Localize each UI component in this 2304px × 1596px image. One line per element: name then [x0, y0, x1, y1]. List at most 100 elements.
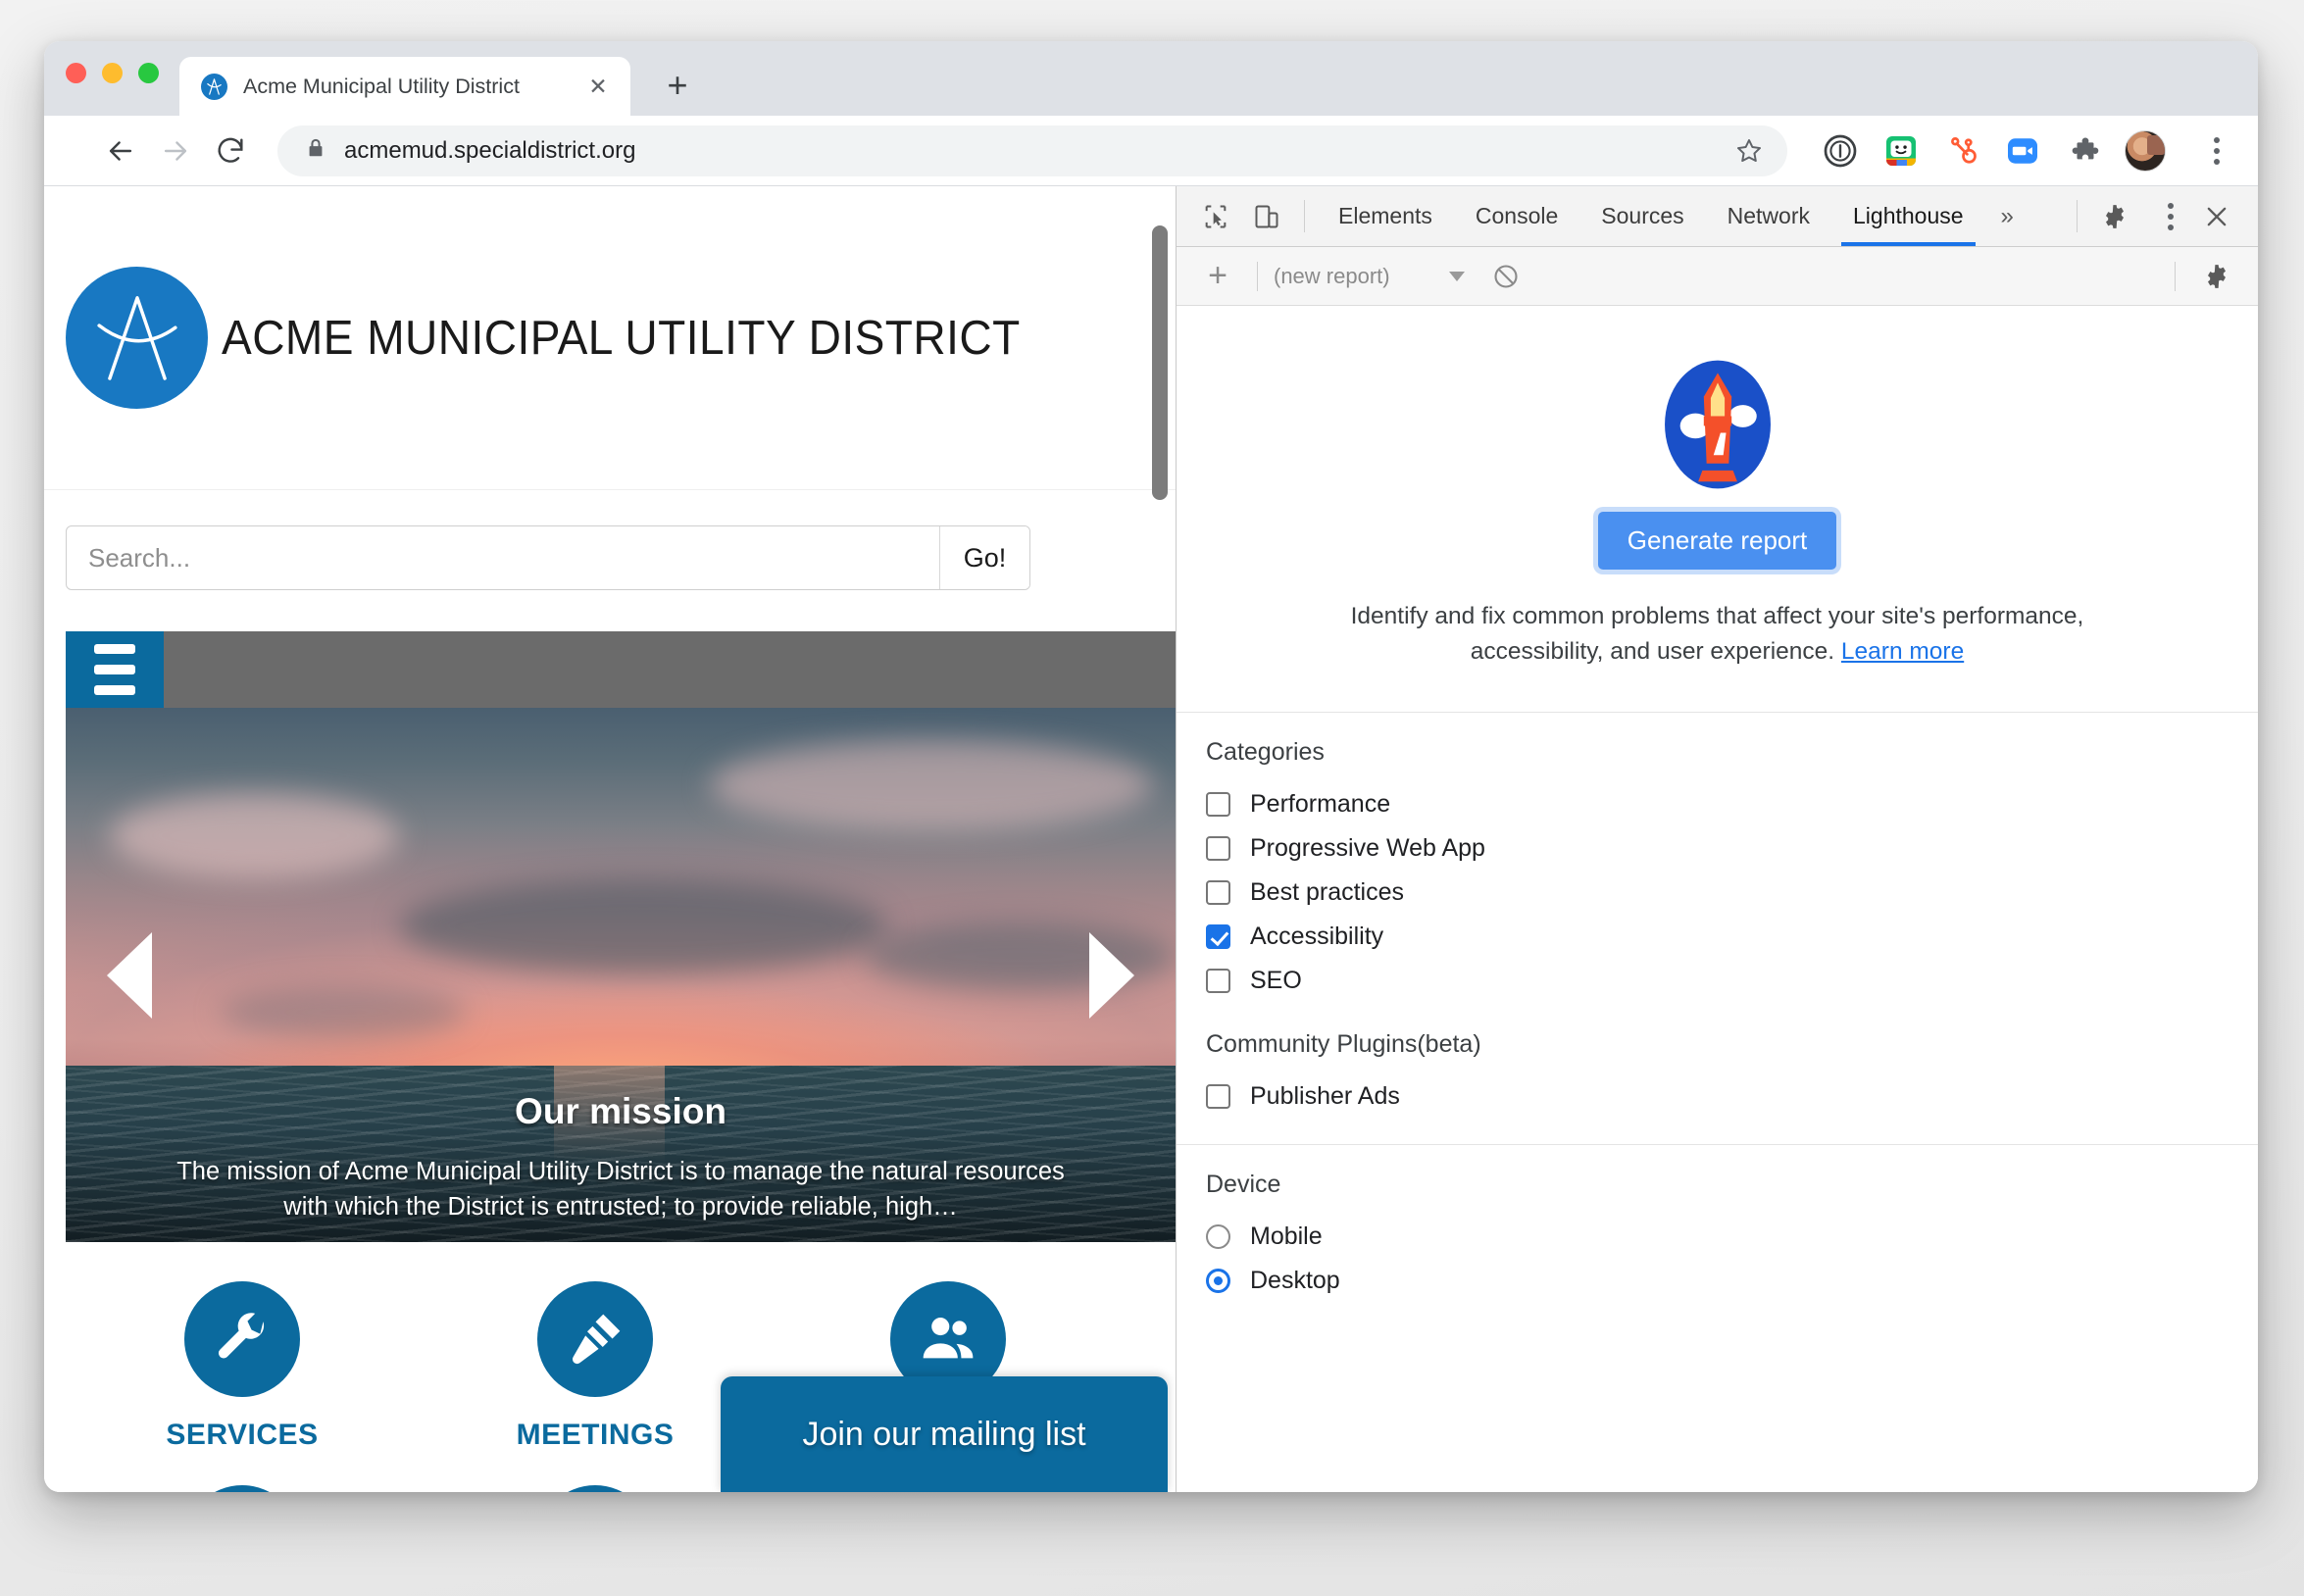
inspect-element-icon[interactable]	[1190, 186, 1241, 246]
hubspot-extension-icon[interactable]	[1942, 131, 1981, 171]
search-go-button[interactable]: Go!	[939, 526, 1029, 589]
devtools-tabbar-actions	[2065, 186, 2258, 246]
browser-tab[interactable]: Acme Municipal Utility District ✕	[179, 57, 630, 116]
minimize-window-button[interactable]	[102, 63, 123, 83]
report-select[interactable]: (new report)	[1274, 264, 1465, 289]
cloud-decor	[710, 740, 1154, 831]
report-select-value: (new report)	[1274, 264, 1390, 289]
address-bar[interactable]: acmemud.specialdistrict.org	[277, 125, 1787, 176]
device-toolbar-icon[interactable]	[1241, 186, 1292, 246]
checkbox-publisher-ads[interactable]	[1206, 1084, 1230, 1109]
tab-elements[interactable]: Elements	[1317, 186, 1454, 246]
site-search-area: Go!	[44, 490, 1176, 631]
category-label[interactable]: Best practices	[1250, 878, 1404, 907]
device-section: Device Mobile Desktop	[1177, 1145, 2258, 1328]
profile-avatar[interactable]	[2125, 130, 2166, 172]
lighthouse-description: Identify and fix common problems that af…	[1286, 599, 2149, 669]
new-tab-button[interactable]: +	[652, 60, 703, 111]
mailing-list-tab[interactable]: Join our mailing list	[721, 1376, 1168, 1492]
checkbox-progressive-web-app[interactable]	[1206, 836, 1230, 861]
hamburger-menu-icon[interactable]	[66, 631, 164, 708]
browser-menu-kebab-icon[interactable]	[2197, 131, 2236, 171]
new-report-button[interactable]: +	[1194, 257, 1241, 295]
divider	[1304, 200, 1305, 232]
divider	[1257, 262, 1258, 291]
radio-mobile[interactable]	[1206, 1224, 1230, 1249]
grammarly-extension-icon[interactable]	[1881, 131, 1921, 171]
categories-section: Categories Performance Progressive Web A…	[1177, 713, 2258, 1145]
clear-report-icon[interactable]	[1492, 263, 1520, 290]
tab-title: Acme Municipal Utility District	[243, 75, 520, 99]
device-desktop[interactable]: Desktop	[1206, 1259, 2229, 1303]
checkbox-seo[interactable]	[1206, 969, 1230, 993]
carousel-prev-arrow[interactable]	[107, 932, 152, 1019]
divider	[2175, 262, 2176, 291]
carousel-next-arrow[interactable]	[1089, 932, 1134, 1019]
device-label[interactable]: Mobile	[1250, 1222, 1323, 1251]
devtools-kebab-icon[interactable]	[2140, 186, 2191, 246]
quicklink-label: SERVICES	[66, 1419, 419, 1452]
category-best-practices[interactable]: Best practices	[1206, 871, 2229, 915]
learn-more-link[interactable]: Learn more	[1841, 638, 1964, 665]
zoom-extension-icon[interactable]	[2003, 131, 2042, 171]
reload-button[interactable]	[203, 124, 258, 178]
device-label[interactable]: Desktop	[1250, 1267, 1340, 1295]
devtools-settings-gear-icon[interactable]	[2089, 186, 2140, 246]
plugin-publisher-ads[interactable]: Publisher Ads	[1206, 1074, 2229, 1119]
category-label[interactable]: Accessibility	[1250, 923, 1383, 951]
quicklink-extra-1[interactable]	[66, 1485, 419, 1492]
hero-title: Our mission	[154, 1091, 1087, 1132]
tab-sources[interactable]: Sources	[1579, 186, 1705, 246]
devtools-close-icon[interactable]	[2191, 186, 2242, 246]
site-title: ACME MUNICIPAL UTILITY DISTRICT	[222, 311, 1021, 366]
circle-icon	[537, 1485, 653, 1492]
lighthouse-logo	[1648, 355, 1787, 494]
close-window-button[interactable]	[66, 63, 86, 83]
bookmark-star-icon[interactable]	[1728, 130, 1770, 172]
checkbox-accessibility[interactable]	[1206, 924, 1230, 949]
lighthouse-settings-gear-icon[interactable]	[2191, 263, 2242, 290]
more-tabs-icon[interactable]: »	[1985, 186, 2029, 246]
acme-favicon	[201, 74, 227, 100]
category-label[interactable]: Progressive Web App	[1250, 834, 1485, 863]
quicklink-meetings[interactable]: MEETINGS	[419, 1281, 772, 1452]
lighthouse-start-view: Generate report Identify and fix common …	[1177, 306, 2258, 713]
quicklink-services[interactable]: SERVICES	[66, 1281, 419, 1452]
category-label[interactable]: SEO	[1250, 967, 1302, 995]
quicklink-extra-2[interactable]	[419, 1485, 772, 1492]
browser-window: Acme Municipal Utility District ✕ + acme…	[44, 41, 2258, 1492]
category-accessibility[interactable]: Accessibility	[1206, 915, 2229, 959]
plugin-label[interactable]: Publisher Ads	[1250, 1082, 1400, 1111]
device-heading: Device	[1206, 1171, 2229, 1199]
site-navbar	[66, 631, 1176, 708]
category-performance[interactable]: Performance	[1206, 782, 2229, 826]
tab-lighthouse[interactable]: Lighthouse	[1831, 186, 1985, 246]
tab-console[interactable]: Console	[1454, 186, 1579, 246]
category-seo[interactable]: SEO	[1206, 959, 2229, 1003]
wrench-icon	[184, 1281, 300, 1397]
device-mobile[interactable]: Mobile	[1206, 1215, 2229, 1259]
checkbox-best-practices[interactable]	[1206, 880, 1230, 905]
maximize-window-button[interactable]	[138, 63, 159, 83]
category-label[interactable]: Performance	[1250, 790, 1390, 819]
close-icon[interactable]: ✕	[583, 72, 613, 101]
browser-toolbar: acmemud.specialdistrict.org	[44, 116, 2258, 186]
tab-network[interactable]: Network	[1706, 186, 1831, 246]
extensions-puzzle-icon[interactable]	[2064, 131, 2103, 171]
categories-heading: Categories	[1206, 738, 2229, 767]
onepassword-extension-icon[interactable]	[1821, 131, 1860, 171]
site-header: ACME MUNICIPAL UTILITY DISTRICT	[44, 186, 1176, 490]
checkbox-performance[interactable]	[1206, 792, 1230, 817]
acme-logo-icon[interactable]	[66, 267, 208, 409]
search-row: Go!	[66, 525, 1030, 590]
search-input[interactable]	[67, 526, 939, 589]
category-progressive-web-app[interactable]: Progressive Web App	[1206, 826, 2229, 871]
lighthouse-toolbar-actions	[2159, 262, 2242, 291]
lighthouse-report-toolbar: + (new report)	[1177, 247, 2258, 306]
cloud-decor	[221, 985, 465, 1039]
forward-button[interactable]	[148, 124, 203, 178]
generate-report-button[interactable]: Generate report	[1598, 512, 1837, 570]
page-scrollbar-thumb[interactable]	[1152, 225, 1168, 500]
radio-desktop[interactable]	[1206, 1269, 1230, 1293]
back-button[interactable]	[93, 124, 148, 178]
